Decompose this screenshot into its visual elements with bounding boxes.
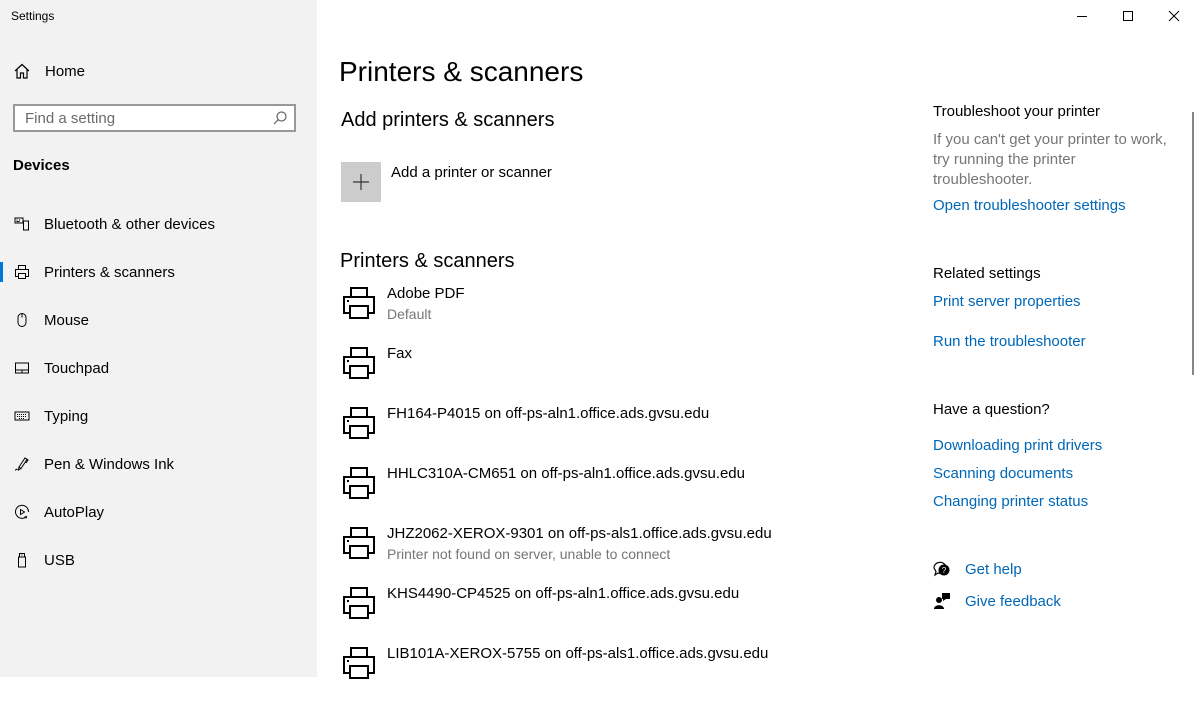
print-server-properties-link[interactable]: Print server properties bbox=[933, 293, 1081, 310]
question-heading: Have a question? bbox=[933, 401, 1050, 418]
app-title: Settings bbox=[11, 9, 55, 23]
sidebar-item-label: Mouse bbox=[44, 311, 90, 329]
add-printer-label: Add a printer or scanner bbox=[391, 164, 552, 181]
add-tile[interactable] bbox=[341, 162, 381, 202]
touchpad-icon bbox=[15, 362, 29, 374]
sidebar-item-label: Bluetooth & other devices bbox=[44, 215, 215, 233]
printer-icon bbox=[343, 347, 375, 379]
troubleshoot-heading: Troubleshoot your printer bbox=[933, 103, 1101, 120]
printer-icon bbox=[343, 407, 375, 439]
sidebar-item-label: Typing bbox=[44, 407, 89, 425]
printer-icon bbox=[343, 647, 375, 679]
printer-icon bbox=[15, 265, 29, 279]
printer-item[interactable]: LIB101A-XEROX-5755 on off-ps-als1.office… bbox=[341, 644, 772, 704]
sidebar-item-touchpad[interactable]: Touchpad bbox=[0, 344, 317, 392]
usb-icon bbox=[18, 553, 26, 568]
printer-item[interactable]: FH164-P4015 on off-ps-aln1.office.ads.gv… bbox=[341, 404, 772, 464]
add-printer-button[interactable]: Add a printer or scanner bbox=[341, 162, 552, 202]
printers-list: Adobe PDF Default Fax FH164-P4015 on off-… bbox=[341, 284, 772, 704]
printer-item[interactable]: JHZ2062-XEROX-9301 on off-ps-als1.office… bbox=[341, 524, 772, 584]
printer-name: LIB101A-XEROX-5755 on off-ps-als1.office… bbox=[387, 645, 769, 662]
section-title: Devices bbox=[13, 157, 70, 174]
printer-name: Fax bbox=[387, 345, 413, 362]
printer-name: FH164-P4015 on off-ps-aln1.office.ads.gv… bbox=[387, 405, 710, 422]
sidebar-item-printers[interactable]: Printers & scanners bbox=[0, 248, 317, 296]
get-help-label: Get help bbox=[965, 560, 1022, 578]
scrollbar[interactable] bbox=[1192, 112, 1194, 375]
maximize-icon bbox=[1123, 11, 1133, 21]
sidebar-item-label: Touchpad bbox=[44, 359, 110, 377]
pen-icon bbox=[15, 457, 29, 471]
sidebar-item-label: USB bbox=[44, 551, 75, 569]
sidebar-item-mouse[interactable]: Mouse bbox=[0, 296, 317, 344]
minimize-button[interactable] bbox=[1059, 0, 1105, 32]
open-troubleshooter-link[interactable]: Open troubleshooter settings bbox=[933, 197, 1126, 214]
keyboard-icon bbox=[14, 411, 30, 421]
sidebar-nav: Bluetooth & other devices Printers & sca… bbox=[0, 200, 317, 584]
main-content: Printers & scanners Add printers & scann… bbox=[317, 0, 917, 679]
printer-icon bbox=[343, 587, 375, 619]
home-label: Home bbox=[45, 62, 86, 80]
maximize-button[interactable] bbox=[1105, 0, 1151, 32]
printer-icon bbox=[343, 287, 375, 319]
sidebar-item-label: AutoPlay bbox=[44, 503, 105, 521]
run-troubleshooter-link[interactable]: Run the troubleshooter bbox=[933, 333, 1086, 350]
printer-name: HHLC310A-CM651 on off-ps-aln1.office.ads… bbox=[387, 465, 745, 482]
minimize-icon bbox=[1077, 16, 1087, 17]
printer-name: JHZ2062-XEROX-9301 on off-ps-als1.office… bbox=[387, 525, 772, 542]
autoplay-icon bbox=[15, 504, 30, 519]
search-icon[interactable] bbox=[272, 110, 288, 126]
sidebar-item-label: Pen & Windows Ink bbox=[44, 455, 175, 473]
feedback-icon bbox=[934, 593, 950, 609]
svg-text:?: ? bbox=[942, 566, 947, 575]
printer-item[interactable]: Fax bbox=[341, 344, 772, 404]
sidebar-item-usb[interactable]: USB bbox=[0, 536, 317, 584]
page-title: Printers & scanners bbox=[339, 56, 584, 87]
printer-item[interactable]: HHLC310A-CM651 on off-ps-aln1.office.ads… bbox=[341, 464, 772, 524]
get-help-link[interactable]: ? Get help bbox=[933, 560, 1022, 578]
printer-item[interactable]: Adobe PDF Default bbox=[341, 284, 772, 344]
close-button[interactable] bbox=[1151, 0, 1197, 32]
search-input[interactable] bbox=[15, 109, 272, 127]
sidebar-item-bluetooth[interactable]: Bluetooth & other devices bbox=[0, 200, 317, 248]
get-help-icon: ? bbox=[933, 561, 950, 577]
close-icon bbox=[1168, 10, 1180, 22]
printer-icon bbox=[343, 467, 375, 499]
related-settings-heading: Related settings bbox=[933, 265, 1041, 282]
printer-item[interactable]: KHS4490-CP4525 on off-ps-aln1.office.ads… bbox=[341, 584, 772, 644]
troubleshoot-description: If you can't get your printer to work, t… bbox=[933, 131, 1167, 188]
sidebar-item-autoplay[interactable]: AutoPlay bbox=[0, 488, 317, 536]
scanning-documents-link[interactable]: Scanning documents bbox=[933, 465, 1073, 482]
sidebar: Settings Home Devices Bluetooth & other … bbox=[0, 0, 317, 677]
bluetooth-devices-icon bbox=[14, 217, 29, 231]
window-controls bbox=[1059, 0, 1197, 32]
printers-list-title: Printers & scanners bbox=[340, 250, 515, 272]
home-icon bbox=[14, 63, 30, 79]
printer-status: Printer not found on server, unable to c… bbox=[387, 546, 671, 562]
give-feedback-label: Give feedback bbox=[965, 592, 1061, 610]
give-feedback-link[interactable]: Give feedback bbox=[933, 592, 1061, 610]
printer-icon bbox=[343, 527, 375, 559]
downloading-drivers-link[interactable]: Downloading print drivers bbox=[933, 437, 1102, 454]
sidebar-item-typing[interactable]: Typing bbox=[0, 392, 317, 440]
printer-status: Default bbox=[387, 306, 432, 322]
search-box[interactable] bbox=[13, 104, 296, 132]
home-nav[interactable]: Home bbox=[13, 62, 85, 80]
printer-name: Adobe PDF bbox=[387, 285, 465, 302]
add-section-title: Add printers & scanners bbox=[341, 109, 555, 131]
changing-status-link[interactable]: Changing printer status bbox=[933, 493, 1088, 510]
plus-icon bbox=[353, 174, 369, 190]
sidebar-item-label: Printers & scanners bbox=[44, 263, 175, 281]
mouse-icon bbox=[17, 313, 27, 327]
printer-name: KHS4490-CP4525 on off-ps-aln1.office.ads… bbox=[387, 585, 740, 602]
sidebar-item-pen[interactable]: Pen & Windows Ink bbox=[0, 440, 317, 488]
